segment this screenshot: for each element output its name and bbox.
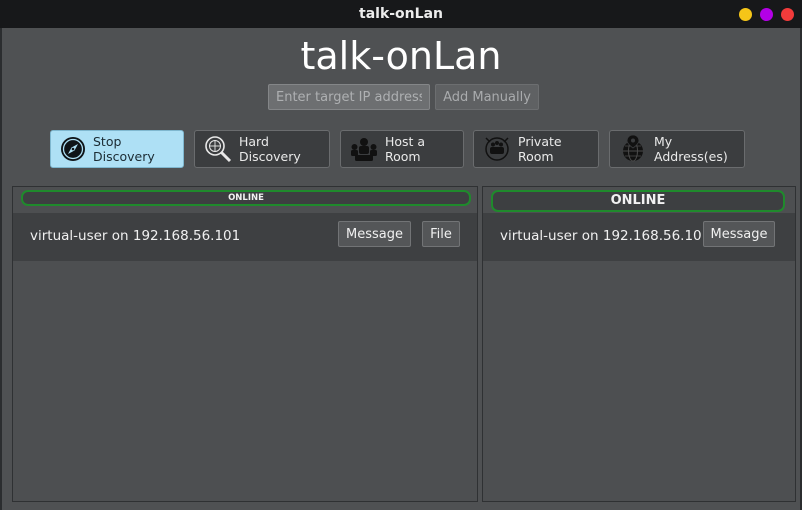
my-addresses-label: My Address(es) bbox=[654, 134, 728, 164]
network-search-icon bbox=[203, 134, 233, 164]
user-list-item: virtual-user on 192.168.56.101 Message bbox=[483, 213, 795, 261]
app-window: talk-onLan Add Manually Stop Discovery H… bbox=[2, 28, 800, 510]
private-room-label: Private Room bbox=[518, 134, 562, 164]
file-button[interactable]: File bbox=[422, 221, 460, 247]
minimize-button[interactable] bbox=[739, 8, 752, 21]
maximize-button[interactable] bbox=[760, 8, 773, 21]
host-room-label: Host a Room bbox=[385, 134, 426, 164]
private-room-button[interactable]: Private Room bbox=[473, 130, 599, 168]
my-addresses-button[interactable]: My Address(es) bbox=[609, 130, 745, 168]
window-controls bbox=[739, 8, 794, 21]
message-button[interactable]: Message bbox=[703, 221, 775, 247]
window-title: talk-onLan bbox=[359, 6, 443, 22]
globe-pin-icon bbox=[618, 134, 648, 164]
online-status-badge: ONLINE bbox=[21, 190, 471, 206]
message-button[interactable]: Message bbox=[338, 221, 411, 247]
app-title: talk-onLan bbox=[300, 34, 502, 78]
ip-address-input[interactable] bbox=[268, 84, 430, 110]
hard-discovery-button[interactable]: Hard Discovery bbox=[194, 130, 330, 168]
user-name-address: virtual-user on 192.168.56.101 bbox=[500, 228, 711, 244]
hard-discovery-label: Hard Discovery bbox=[239, 134, 301, 164]
discovered-users-panel: ONLINE virtual-user on 192.168.56.101 Me… bbox=[12, 186, 478, 502]
host-room-button[interactable]: Host a Room bbox=[340, 130, 464, 168]
user-name-address: virtual-user on 192.168.56.101 bbox=[30, 228, 241, 244]
online-users-panel: ONLINE virtual-user on 192.168.56.101 Me… bbox=[482, 186, 796, 502]
stop-discovery-button[interactable]: Stop Discovery bbox=[50, 130, 184, 168]
user-list-item: virtual-user on 192.168.56.101 Message F… bbox=[13, 213, 477, 261]
private-room-icon bbox=[482, 134, 512, 164]
group-icon bbox=[349, 134, 379, 164]
add-manually-button[interactable]: Add Manually bbox=[435, 84, 539, 110]
online-status-badge: ONLINE bbox=[491, 190, 785, 212]
compass-icon bbox=[59, 134, 87, 164]
stop-discovery-label: Stop Discovery bbox=[93, 134, 155, 164]
window-titlebar: talk-onLan bbox=[0, 0, 802, 28]
close-button[interactable] bbox=[781, 8, 794, 21]
